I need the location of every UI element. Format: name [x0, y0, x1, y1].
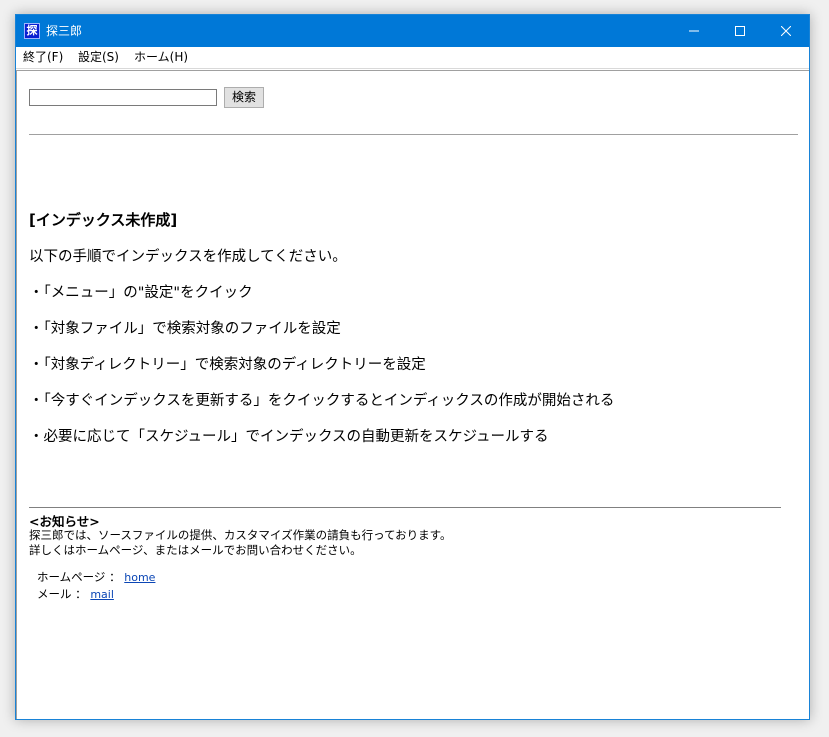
step-item: ・必要に応じて「スケジュール」でインデックスの自動更新をスケジュールする [29, 429, 549, 445]
notice-text: 詳しくはホームページ、またはメールでお問い合わせください。 [29, 543, 362, 557]
minimize-icon [689, 30, 699, 32]
search-button[interactable]: 検索 [224, 87, 264, 108]
homepage-link[interactable]: home [124, 571, 155, 584]
homepage-label: ホームページ ： [37, 570, 121, 584]
mail-label: メール ： [37, 587, 87, 601]
step-item: ・「対象ディレクトリー」で検索対象のディレクトリーを設定 [29, 357, 426, 373]
step-item: ・「メニュー」の"設定"をクイック [29, 285, 253, 301]
menu-bar: 終了(F) 設定(S) ホーム(H) [16, 47, 809, 69]
window-title: 探三郎 [46, 24, 83, 38]
intro-text: 以下の手順でインデックスを作成してください。 [29, 249, 347, 265]
maximize-icon [735, 26, 745, 36]
title-bar[interactable]: 探 探三郎 [16, 15, 809, 47]
mail-link[interactable]: mail [90, 588, 114, 601]
notice-text: 探三郎では、ソースファイルの提供、カスタマイズ作業の請負も行っております。 [29, 528, 452, 542]
close-button[interactable] [763, 15, 809, 47]
divider [29, 507, 781, 508]
menu-item-exit[interactable]: 終了(F) [23, 47, 63, 68]
mail-row: メール ： mail [37, 586, 114, 602]
step-item: ・「今すぐインデックスを更新する」をクイックするとインディックスの作成が開始され… [29, 393, 615, 409]
minimize-button[interactable] [671, 15, 717, 47]
content-area: 検索 [インデックス未作成] 以下の手順でインデックスを作成してください。 ・「… [16, 70, 809, 719]
step-item: ・「対象ファイル」で検索対象のファイルを設定 [29, 321, 341, 337]
search-input[interactable] [29, 89, 217, 106]
close-icon [781, 26, 791, 36]
divider [29, 134, 798, 135]
homepage-row: ホームページ ： home [37, 569, 155, 585]
app-window: 探 探三郎 終了(F) 設定(S) ホーム(H) 検索 [インデックス未作成] … [15, 14, 810, 720]
maximize-button[interactable] [717, 15, 763, 47]
index-status-heading: [インデックス未作成] [29, 211, 178, 229]
app-icon[interactable]: 探 [24, 23, 40, 39]
menu-item-home[interactable]: ホーム(H) [134, 47, 188, 68]
menu-item-settings[interactable]: 設定(S) [78, 47, 119, 68]
